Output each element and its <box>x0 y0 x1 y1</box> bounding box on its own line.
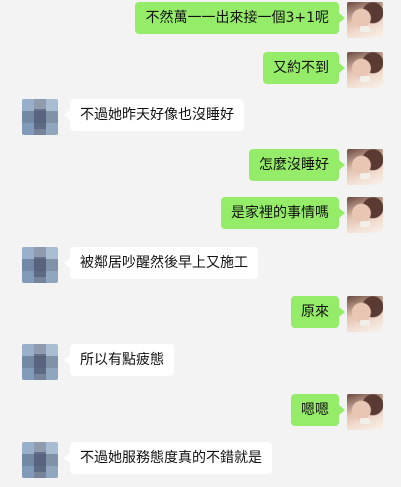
message-bubble-sent[interactable]: 原來 <box>291 296 345 328</box>
message-text: 怎麼沒睡好 <box>259 157 329 173</box>
my-avatar[interactable] <box>347 52 383 88</box>
my-avatar[interactable] <box>347 394 383 430</box>
my-avatar[interactable] <box>347 149 383 185</box>
message-bubble-received[interactable]: 被鄰居吵醒然後早上又施工 <box>64 247 258 279</box>
message-bubble-sent[interactable]: 怎麼沒睡好 <box>249 149 345 181</box>
message-bubble-sent[interactable]: 嗯嗯 <box>291 394 345 426</box>
my-avatar[interactable] <box>347 296 383 332</box>
contact-avatar[interactable] <box>22 247 58 283</box>
message-text: 被鄰居吵醒然後早上又施工 <box>80 255 248 271</box>
message-text: 不過她昨天好像也沒睡好 <box>80 107 234 123</box>
message-text: 所以有點疲態 <box>80 352 164 368</box>
message-text: 不然萬一一出來接一個3+1呢 <box>145 10 329 26</box>
message-text: 不過她服務態度真的不錯就是 <box>80 450 262 466</box>
message-text: 又約不到 <box>273 60 329 76</box>
contact-avatar[interactable] <box>22 99 58 135</box>
message-bubble-received[interactable]: 所以有點疲態 <box>64 344 174 376</box>
message-bubble-received[interactable]: 不過她昨天好像也沒睡好 <box>64 99 244 131</box>
contact-avatar[interactable] <box>22 344 58 380</box>
message-bubble-sent[interactable]: 又約不到 <box>263 52 345 84</box>
message-bubble-sent[interactable]: 不然萬一一出來接一個3+1呢 <box>135 2 345 34</box>
my-avatar[interactable] <box>347 197 383 233</box>
message-bubble-sent[interactable]: 是家裡的事情嗎 <box>221 197 345 229</box>
contact-avatar[interactable] <box>22 442 58 478</box>
message-text: 嗯嗯 <box>301 402 329 418</box>
my-avatar[interactable] <box>347 2 383 38</box>
chat-message-list: 不然萬一一出來接一個3+1呢 又約不到 不過她昨天好像也沒睡好 怎麼沒睡好 是家… <box>0 0 401 487</box>
message-bubble-received[interactable]: 不過她服務態度真的不錯就是 <box>64 442 272 474</box>
message-text: 原來 <box>301 304 329 320</box>
message-text: 是家裡的事情嗎 <box>231 205 329 221</box>
